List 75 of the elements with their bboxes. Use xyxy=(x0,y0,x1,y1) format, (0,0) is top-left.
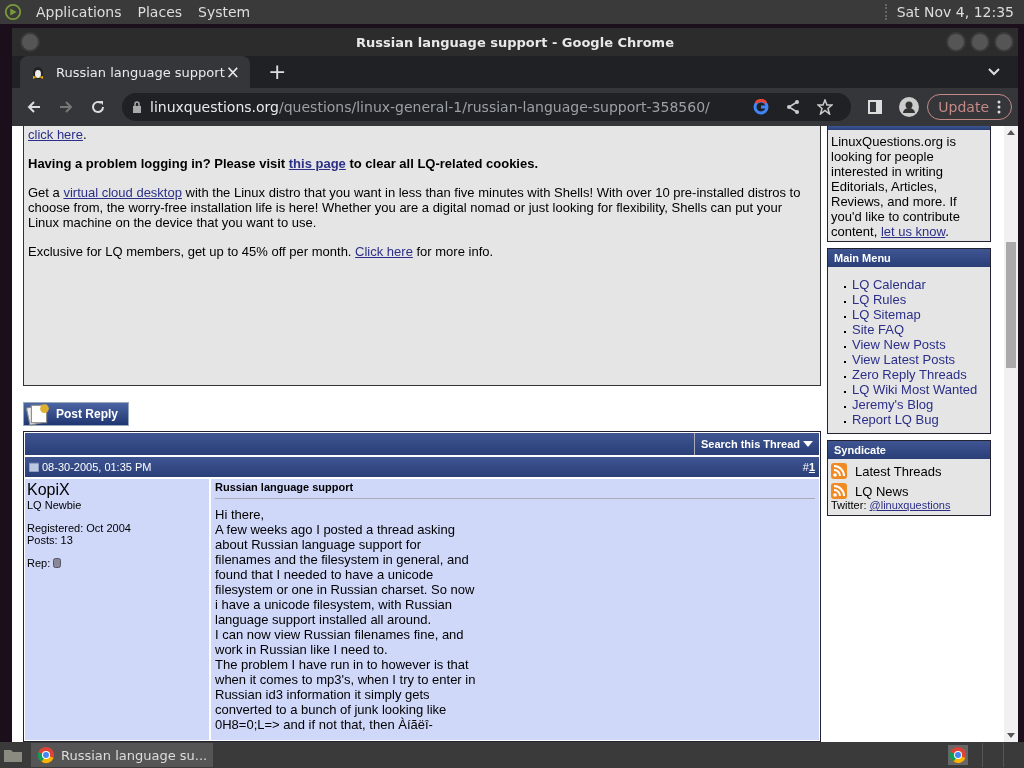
post-number: #1 xyxy=(802,461,815,473)
tab-close-button[interactable]: × xyxy=(225,62,240,82)
panel-menu[interactable]: Applications xyxy=(28,4,130,20)
new-tab-button[interactable]: + xyxy=(268,59,287,84)
more-menu-icon[interactable] xyxy=(997,100,1001,114)
scroll-down-icon[interactable] xyxy=(1007,733,1015,738)
post-date: 08-30-2005, 01:35 PM xyxy=(42,461,152,473)
post-title: Russian language support xyxy=(215,481,815,499)
dropdown-triangle-icon xyxy=(803,441,813,447)
side-panel-icon[interactable] xyxy=(867,99,884,115)
registered-date: Registered: Oct 2004 xyxy=(27,522,132,534)
scroll-up-icon[interactable] xyxy=(1007,130,1015,135)
main-menu-link[interactable]: LQ Wiki Most Wanted xyxy=(852,382,978,397)
lock-icon xyxy=(132,101,142,113)
notice-text: Having a problem logging in? Please visit this page to clear all LQ-related cookies. xyxy=(28,156,540,171)
chrome-icon[interactable] xyxy=(948,745,968,765)
virtual-cloud-desktop-link[interactable]: virtual cloud desktop xyxy=(63,185,182,200)
post-reply-button[interactable]: Post Reply xyxy=(23,402,129,426)
main-menu-link[interactable]: LQ Rules xyxy=(852,292,907,307)
share-icon[interactable] xyxy=(785,99,802,115)
feed-link[interactable]: LQ News xyxy=(855,483,909,499)
writers-notice: LinuxQuestions.org is looking for people interested in writing Editorials, Articles, Reviews, and more. If you'd like to contribute content, let us know. xyxy=(831,134,961,239)
post-count: Posts: 13 xyxy=(27,534,74,546)
post-number-link[interactable]: 1 xyxy=(808,461,815,473)
scrollbar[interactable] xyxy=(1004,126,1018,742)
reload-icon[interactable] xyxy=(90,99,106,115)
notice-text: Exclusive for LQ members, get up to 45% off per month. Click here for more info. xyxy=(28,244,495,259)
main-menu-link[interactable]: Jeremy's Blog xyxy=(852,397,934,412)
twitter-line: Twitter: @linuxquestions xyxy=(831,499,952,511)
post-paragraph: A few weeks ago I posted a thread asking about Russian language support for filenames and the filesystem in general, and found that I needed to have a unicode filesystem or one in Russian charset. So now i have a unicode filesystem, with Russian language support installed all around. xyxy=(215,522,476,627)
syndicate-header: Syndicate xyxy=(828,441,990,459)
penguin-icon xyxy=(30,64,46,80)
taskbar-task[interactable]: Russian language su... xyxy=(31,743,214,767)
main-menu-link[interactable]: Zero Reply Threads xyxy=(852,367,967,382)
main-menu-link[interactable]: LQ Sitemap xyxy=(852,307,921,322)
post-paragraph: I can now view Russian filenames fine, and work in Russian like I need to. xyxy=(215,627,465,657)
profile-icon[interactable] xyxy=(899,97,920,117)
chrome-icon xyxy=(37,746,55,764)
forward-icon[interactable] xyxy=(58,99,74,115)
main-menu-header: Main Menu xyxy=(828,249,990,267)
address-bar[interactable]: linuxquestions.org/questions/linux-general-1/russian-language-support-358560/ xyxy=(122,93,852,121)
this-page-link[interactable]: this page xyxy=(288,156,346,171)
chevron-down-icon[interactable] xyxy=(988,68,1000,76)
reputation-icon xyxy=(53,558,62,568)
author-name[interactable]: KopiX xyxy=(27,481,207,499)
rss-icon[interactable] xyxy=(831,483,847,499)
main-menu-link[interactable]: LQ Calendar xyxy=(852,277,926,292)
star-icon[interactable] xyxy=(817,99,834,115)
feed-link[interactable]: Latest Threads xyxy=(855,463,942,479)
system-logo-icon[interactable] xyxy=(4,3,22,21)
rss-icon[interactable] xyxy=(831,463,847,479)
twitter-link[interactable]: @linuxquestions xyxy=(869,499,951,511)
main-menu-link[interactable]: View Latest Posts xyxy=(852,352,956,367)
panel-menu[interactable]: Places xyxy=(129,4,191,20)
notice-text: Get a virtual cloud desktop with the Linux distro that you want in less than five minutes with Shells! With over 10 pre-installed distros to choose from, the worry-free installation life is here! Whether you are a digital nomad or just looking for flexibility, Shells can put your Linux machine on the device that you want to use. xyxy=(28,185,802,230)
browser-tab[interactable]: Russian language support× xyxy=(20,56,250,88)
scrollbar-thumb[interactable] xyxy=(1006,242,1016,368)
back-icon[interactable] xyxy=(26,99,42,115)
reputation-label: Rep: xyxy=(27,557,51,569)
post-paragraph: Hi there, xyxy=(215,507,266,522)
main-menu-link[interactable]: Report LQ Bug xyxy=(852,412,939,427)
notice-text: click here. xyxy=(28,127,88,142)
window-title: Russian language support - Google Chrome xyxy=(356,34,674,50)
click-here-link[interactable]: Click here xyxy=(355,244,413,259)
search-thread-button[interactable]: Search this Thread xyxy=(693,433,819,455)
main-menu-link[interactable]: View New Posts xyxy=(852,337,946,352)
post-paragraph: The problem I have run in to however is that when it comes to mp3's, when I try to enter in Russian id3 information it simply gets converted to a bunch of junk looking like 0H8=0;L=> and if not that, then Àíãëî- xyxy=(215,657,477,732)
google-icon[interactable] xyxy=(753,99,770,115)
panel-clock[interactable]: Sat Nov 4, 12:35 xyxy=(884,4,1024,20)
user-rank: LQ Newbie xyxy=(27,499,83,511)
main-menu-link[interactable]: Site FAQ xyxy=(852,322,905,337)
post-status-icon xyxy=(29,462,39,472)
panel-menu[interactable]: System xyxy=(190,4,259,20)
folder-icon[interactable] xyxy=(3,747,23,763)
click-here-link[interactable]: click here xyxy=(28,127,83,142)
